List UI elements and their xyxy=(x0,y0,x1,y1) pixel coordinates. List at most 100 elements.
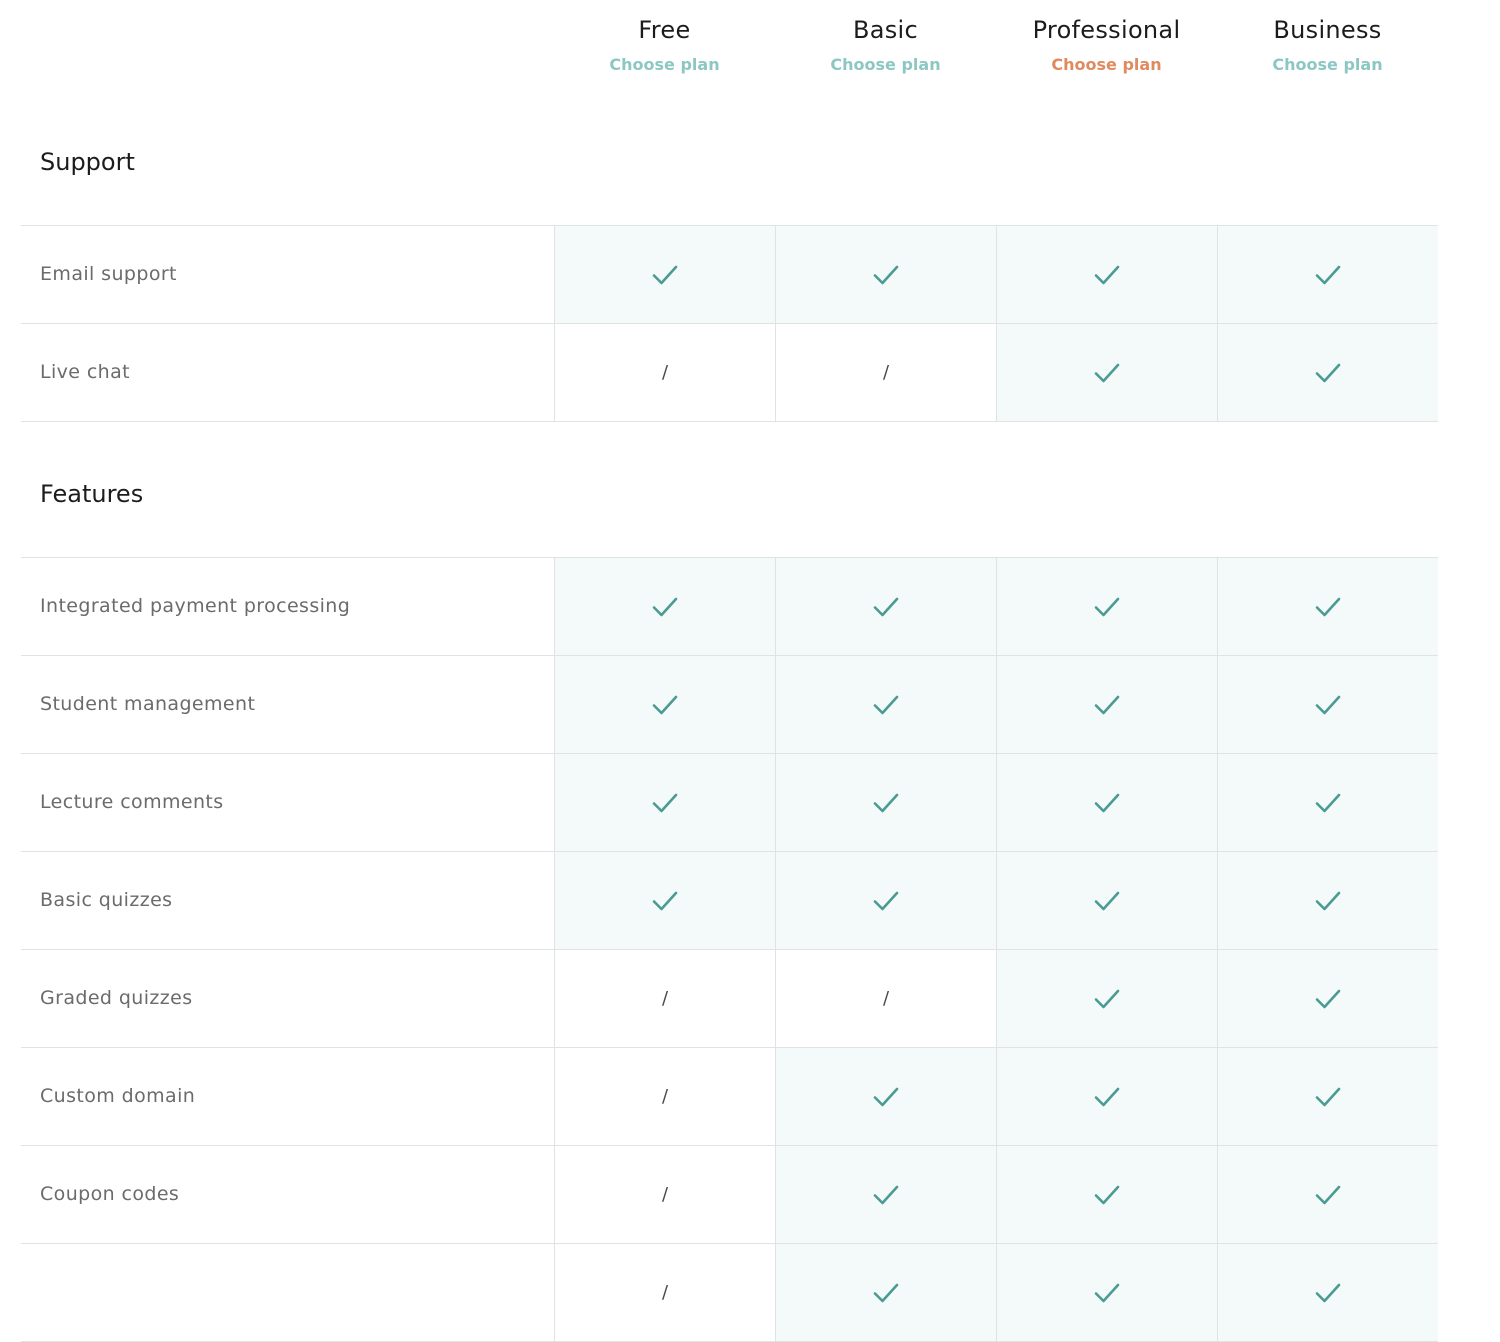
dash-icon: / xyxy=(661,988,669,1009)
cell-professional xyxy=(996,1048,1217,1145)
feature-row: Graded quizzes / / xyxy=(21,950,1438,1048)
cell-business xyxy=(1217,1244,1438,1341)
section-title: Support xyxy=(40,148,135,176)
cell-business xyxy=(1217,852,1438,949)
dash-icon: / xyxy=(661,1282,669,1303)
cell-free xyxy=(554,754,775,851)
cell-professional xyxy=(996,1146,1217,1243)
plan-name: Free xyxy=(638,16,691,44)
cell-free xyxy=(554,226,775,323)
check-icon xyxy=(873,694,899,716)
cell-basic xyxy=(775,754,996,851)
check-icon xyxy=(873,792,899,814)
feature-label: Coupon codes xyxy=(40,1183,180,1205)
feature-row: Student management xyxy=(21,656,1438,754)
cell-free: / xyxy=(554,1244,775,1341)
cell-professional xyxy=(996,1244,1217,1341)
cell-basic xyxy=(775,226,996,323)
check-icon xyxy=(652,890,678,912)
plans-header: Free Choose plan Basic Choose plan Profe… xyxy=(0,0,1500,100)
choose-plan-button-free[interactable]: Choose plan xyxy=(609,54,719,76)
dash-icon: / xyxy=(882,362,890,383)
check-icon xyxy=(1315,1086,1341,1108)
feature-label: Basic quizzes xyxy=(40,889,173,911)
cell-free xyxy=(554,656,775,753)
check-icon xyxy=(1094,264,1120,286)
choose-plan-button-professional[interactable]: Choose plan xyxy=(1051,54,1161,76)
check-icon xyxy=(1094,362,1120,384)
feature-row: Lecture comments xyxy=(21,754,1438,852)
check-icon xyxy=(1315,362,1341,384)
cell-free: / xyxy=(554,950,775,1047)
check-icon xyxy=(1315,264,1341,286)
dash-icon: / xyxy=(882,988,890,1009)
cell-basic: / xyxy=(775,324,996,421)
cell-free: / xyxy=(554,1146,775,1243)
plan-name: Professional xyxy=(1032,16,1181,44)
cell-business xyxy=(1217,1048,1438,1145)
feature-row: Custom domain / xyxy=(21,1048,1438,1146)
plan-column-business: Business Choose plan xyxy=(1217,14,1438,76)
choose-plan-button-basic[interactable]: Choose plan xyxy=(830,54,940,76)
feature-label: Integrated payment processing xyxy=(40,595,351,617)
check-icon xyxy=(652,694,678,716)
check-icon xyxy=(1094,890,1120,912)
check-icon xyxy=(1315,1282,1341,1304)
check-icon xyxy=(1094,988,1120,1010)
check-icon xyxy=(1094,694,1120,716)
cell-business xyxy=(1217,558,1438,655)
plan-name: Business xyxy=(1273,16,1382,44)
check-icon xyxy=(1315,694,1341,716)
plan-column-basic: Basic Choose plan xyxy=(775,14,996,76)
feature-row: Live chat / / xyxy=(21,324,1438,422)
check-icon xyxy=(1315,890,1341,912)
feature-label: Graded quizzes xyxy=(40,987,193,1009)
check-icon xyxy=(1094,792,1120,814)
dash-icon: / xyxy=(661,362,669,383)
cell-professional xyxy=(996,226,1217,323)
check-icon xyxy=(873,1282,899,1304)
cell-basic: / xyxy=(775,950,996,1047)
cell-business xyxy=(1217,1146,1438,1243)
cell-professional xyxy=(996,852,1217,949)
check-icon xyxy=(1315,596,1341,618)
check-icon xyxy=(652,596,678,618)
cell-free: / xyxy=(554,324,775,421)
cell-basic xyxy=(775,1048,996,1145)
cell-professional xyxy=(996,950,1217,1047)
feature-row: / xyxy=(21,1244,1438,1342)
check-icon xyxy=(873,890,899,912)
cell-professional xyxy=(996,656,1217,753)
feature-label: Custom domain xyxy=(40,1085,196,1107)
check-icon xyxy=(1094,1184,1120,1206)
dash-icon: / xyxy=(661,1184,669,1205)
check-icon xyxy=(873,264,899,286)
check-icon xyxy=(1094,1282,1120,1304)
choose-plan-button-business[interactable]: Choose plan xyxy=(1272,54,1382,76)
check-icon xyxy=(1315,792,1341,814)
cell-basic xyxy=(775,1244,996,1341)
cell-basic xyxy=(775,558,996,655)
cell-free xyxy=(554,558,775,655)
cell-professional xyxy=(996,558,1217,655)
cell-free: / xyxy=(554,1048,775,1145)
feature-rows: Email support Live chat / / xyxy=(21,225,1438,422)
plan-column-free: Free Choose plan xyxy=(554,14,775,76)
cell-basic xyxy=(775,656,996,753)
cell-professional xyxy=(996,754,1217,851)
feature-label: Student management xyxy=(40,693,256,715)
check-icon xyxy=(873,1184,899,1206)
check-icon xyxy=(873,596,899,618)
plan-name: Basic xyxy=(852,16,919,44)
check-icon xyxy=(652,264,678,286)
check-icon xyxy=(1315,1184,1341,1206)
cell-business xyxy=(1217,754,1438,851)
dash-icon: / xyxy=(661,1086,669,1107)
check-icon xyxy=(652,792,678,814)
feature-label: Lecture comments xyxy=(40,791,224,813)
check-icon xyxy=(873,1086,899,1108)
cell-basic xyxy=(775,852,996,949)
feature-label: Email support xyxy=(40,263,177,285)
feature-row: Integrated payment processing xyxy=(21,558,1438,656)
cell-basic xyxy=(775,1146,996,1243)
